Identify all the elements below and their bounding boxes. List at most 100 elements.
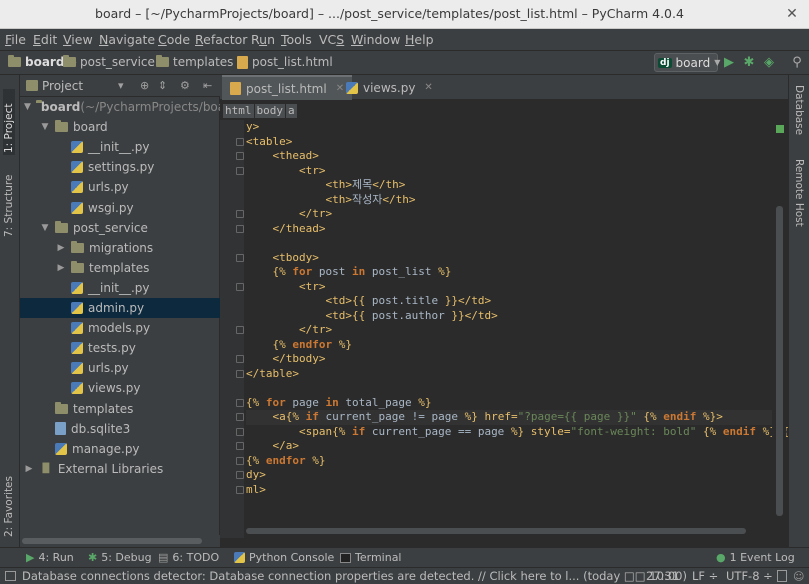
status-message[interactable]: Database connections detector: Database … — [22, 569, 687, 583]
nav-crumb-post-service[interactable]: post_service › — [63, 55, 168, 69]
tree-item[interactable]: models.py — [20, 318, 220, 338]
hector-inspection-icon[interactable]: ☺ — [793, 570, 804, 583]
editor-horizontal-scrollbar[interactable] — [246, 525, 766, 535]
fold-marker-icon[interactable] — [236, 282, 244, 291]
fold-marker-icon[interactable] — [236, 137, 244, 146]
debug-tool-button[interactable]: ✱ 5: Debug — [88, 551, 152, 564]
expanded-arrow-icon[interactable]: ▼ — [40, 122, 50, 132]
tree-item[interactable]: __init__.py — [20, 137, 220, 157]
code-line[interactable]: ml> — [246, 483, 266, 498]
code-line[interactable]: {% for page in total_page %} — [246, 396, 431, 411]
hide-panel-icon[interactable]: ⇤ — [203, 79, 212, 92]
tree-item[interactable]: urls.py — [20, 358, 220, 378]
fold-marker-icon[interactable] — [236, 369, 244, 378]
editor-vertical-scrollbar[interactable] — [772, 120, 786, 538]
code-line[interactable]: {% endfor %} — [246, 454, 326, 469]
menu-code[interactable]: Code — [158, 32, 190, 47]
line-separator-selector[interactable]: LF ÷ — [692, 569, 718, 583]
tree-item[interactable]: admin.py — [20, 298, 220, 318]
run-with-coverage-icon[interactable]: ◈ — [761, 55, 777, 71]
read-only-lock-icon[interactable] — [777, 570, 787, 582]
nav-crumb-file[interactable]: post_list.html — [237, 55, 333, 69]
code-line[interactable]: <a{% if current_page != page %} href="?p… — [246, 410, 776, 425]
fold-marker-icon[interactable] — [236, 485, 244, 494]
fold-marker-icon[interactable] — [236, 210, 244, 218]
breadcrumb-a[interactable]: a — [286, 104, 297, 118]
tree-item[interactable]: views.py — [20, 378, 220, 398]
tree-item[interactable]: ▼ board (~/PycharmProjects/boar — [20, 97, 220, 117]
chevron-down-icon[interactable]: ▾ — [118, 79, 124, 92]
tree-item[interactable]: settings.py — [20, 157, 220, 177]
code-line[interactable]: </tr> — [246, 207, 332, 222]
window-close-icon[interactable]: ✕ — [783, 5, 801, 23]
menu-help[interactable]: Help — [405, 32, 434, 47]
code-line[interactable]: </a> — [246, 439, 300, 454]
python-console-tool-button[interactable]: Python Console — [234, 551, 334, 564]
code-line[interactable]: <td>{{ post.author }}</td> — [246, 309, 497, 324]
collapsed-arrow-icon[interactable]: ▶ — [56, 243, 66, 253]
tree-item[interactable]: ▼ board — [20, 117, 220, 137]
code-line[interactable]: <th>제목</th> — [246, 178, 405, 193]
fold-marker-icon[interactable] — [236, 326, 244, 334]
tree-item[interactable]: manage.py — [20, 439, 220, 459]
favorites-tool-tab[interactable]: 2: Favorites — [3, 471, 15, 537]
code-line[interactable]: </table> — [246, 367, 299, 382]
tree-item[interactable]: templates — [20, 399, 220, 419]
code-line[interactable]: <table> — [246, 135, 292, 150]
caret-position[interactable]: 27:31 — [646, 569, 679, 583]
code-line[interactable]: <td>{{ post.title }}</td> — [246, 294, 491, 309]
tree-item[interactable]: db.sqlite3 — [20, 419, 220, 439]
code-editor[interactable]: y> <table> <thead> <tr> <th>제목</th> <th>작… — [220, 120, 788, 538]
close-icon[interactable]: ✕ — [424, 82, 432, 93]
collapse-all-icon[interactable]: ⇕ — [158, 79, 167, 92]
run-tool-button[interactable]: ▶ 4: Run — [26, 551, 74, 564]
code-line[interactable]: <tr> — [246, 164, 326, 179]
editor-gutter[interactable] — [220, 120, 244, 538]
breadcrumb-html[interactable]: html — [223, 104, 254, 118]
fold-marker-icon[interactable] — [236, 427, 244, 436]
search-everywhere-icon[interactable]: ⚲ — [789, 55, 805, 71]
fold-marker-icon[interactable] — [236, 253, 244, 262]
menu-navigate[interactable]: Navigate — [99, 32, 155, 47]
expanded-arrow-icon[interactable]: ▼ — [24, 102, 31, 112]
structure-tool-tab[interactable]: 7: Structure — [3, 167, 15, 237]
event-log-tool-button[interactable]: ● 1 Event Log — [716, 551, 795, 564]
menu-file[interactable]: File — [5, 32, 26, 47]
tree-item[interactable]: wsgi.py — [20, 198, 220, 218]
code-line[interactable]: {% for post in post_list %} — [246, 265, 452, 280]
tree-item[interactable]: urls.py — [20, 177, 220, 197]
tab-post-list-html[interactable]: post_list.html ✕ — [222, 75, 353, 100]
scroll-from-source-icon[interactable]: ⊕ — [140, 79, 149, 92]
fold-marker-icon[interactable] — [236, 471, 244, 479]
tree-item[interactable]: ▼ post_service — [20, 218, 220, 238]
settings-gear-icon[interactable]: ⚙ — [180, 79, 190, 92]
project-tool-tab[interactable]: 1: Project — [3, 89, 15, 155]
nav-crumb-templates[interactable]: templates › — [156, 55, 246, 69]
menu-run[interactable]: Run — [251, 32, 275, 47]
tree-item[interactable]: ▶ migrations — [20, 238, 220, 258]
code-line[interactable]: {% endfor %} — [246, 338, 353, 353]
fold-marker-icon[interactable] — [236, 224, 244, 233]
code-line[interactable]: y> — [246, 120, 259, 135]
breadcrumb-body[interactable]: body — [254, 104, 285, 118]
code-line[interactable]: </tbody> — [246, 352, 326, 367]
menu-edit[interactable]: Edit — [33, 32, 57, 47]
project-view-selector[interactable]: Project — [42, 79, 83, 93]
tree-item[interactable]: ▶ templates — [20, 258, 220, 278]
collapsed-arrow-icon[interactable]: ▶ — [24, 464, 34, 474]
code-line[interactable]: <span{% if current_page == page %} style… — [246, 425, 788, 440]
fold-marker-icon[interactable] — [236, 413, 244, 421]
remote-host-tool-tab[interactable]: Remote Host — [793, 159, 805, 227]
toggle-tool-windows-icon[interactable] — [5, 571, 16, 581]
fold-marker-icon[interactable] — [236, 398, 244, 407]
menu-refactor[interactable]: Refactor — [195, 32, 247, 47]
database-tool-tab[interactable]: Database — [793, 85, 805, 135]
code-line[interactable]: <tbody> — [246, 251, 319, 266]
fold-marker-icon[interactable] — [236, 355, 244, 363]
code-line[interactable]: <thead> — [246, 149, 319, 164]
menu-tools[interactable]: Tools — [281, 32, 312, 47]
code-line[interactable]: </thead> — [246, 222, 326, 237]
menu-vcs[interactable]: VCS — [319, 32, 344, 47]
tree-item[interactable]: ▶ ▐▌ External Libraries — [20, 459, 220, 479]
tab-views-py[interactable]: views.py ✕ — [338, 75, 441, 100]
